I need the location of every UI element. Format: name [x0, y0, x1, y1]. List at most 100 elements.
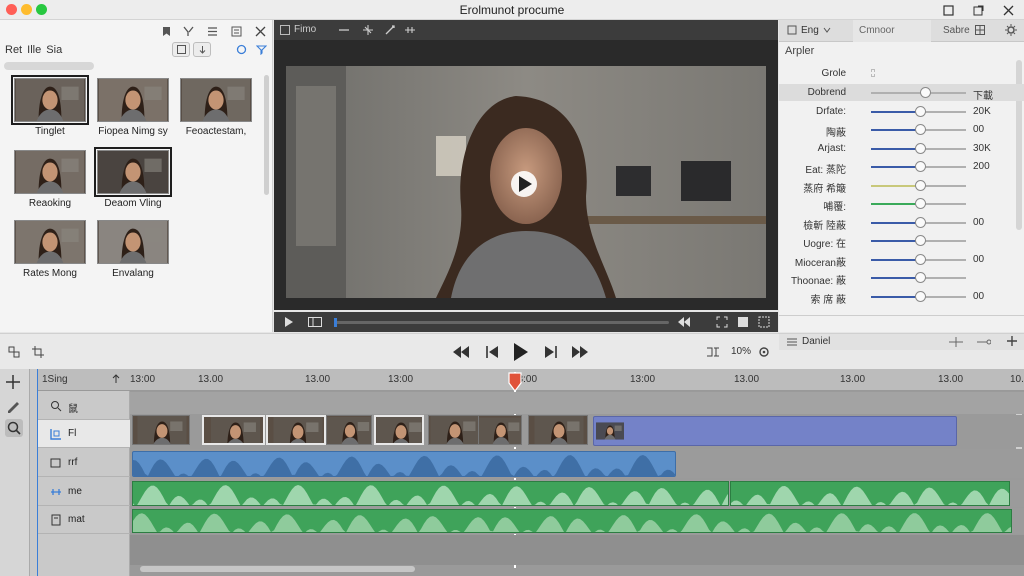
clip-thumbnail[interactable] [14, 150, 86, 194]
viewer-scrubber[interactable] [334, 318, 669, 327]
add-track-icon[interactable] [6, 375, 20, 389]
param-slider-knob[interactable] [915, 290, 927, 302]
add-keyframe-icon[interactable] [949, 337, 963, 347]
skip-back-icon[interactable] [451, 343, 471, 361]
rewind-icon[interactable] [678, 317, 690, 327]
tab-dropdown-icon[interactable] [823, 26, 831, 34]
snap-icon[interactable] [703, 343, 723, 361]
pen-icon[interactable] [384, 24, 396, 36]
timeline-ruler[interactable]: 13:00 13.00 13.00 13:00 13:00 13:00 13.00 13.00… [130, 369, 1024, 391]
video-clip[interactable] [374, 415, 424, 445]
footer-label[interactable]: Daniel [802, 336, 830, 347]
clip-thumbnail[interactable] [11, 75, 89, 125]
tool-blade-icon[interactable] [4, 343, 24, 361]
effect-lane[interactable] [130, 392, 1024, 414]
clip-thumbnail[interactable] [97, 220, 169, 264]
param-slider-knob[interactable] [915, 235, 927, 246]
zoom-level[interactable]: 10% [731, 346, 751, 357]
library-icon[interactable] [226, 22, 246, 40]
search-field[interactable] [4, 62, 94, 70]
audio-lane-1[interactable] [130, 449, 1024, 478]
param-slider-knob[interactable] [915, 198, 927, 209]
clip-thumbnail[interactable] [14, 220, 86, 264]
circle-icon[interactable] [231, 40, 251, 58]
video-lane[interactable] [130, 415, 1024, 447]
video-clip[interactable] [528, 415, 588, 445]
audio-lane-3[interactable] [130, 508, 1024, 534]
param-value[interactable]: 00 [973, 217, 984, 228]
video-clip[interactable] [132, 415, 190, 445]
video-frame[interactable] [286, 66, 766, 298]
param-slider-knob[interactable] [915, 253, 927, 265]
step-forward-icon[interactable] [541, 343, 561, 361]
track-header[interactable]: mat [38, 506, 130, 534]
fullscreen-icon[interactable] [758, 316, 770, 328]
tab-right[interactable]: Sabre [943, 25, 970, 36]
track-header[interactable]: Fl [38, 420, 130, 448]
param-handle[interactable] [871, 69, 875, 77]
viewer-mode-icon[interactable] [280, 25, 290, 35]
timeline-name[interactable]: 1Sing [42, 374, 68, 385]
track-header[interactable]: rrf [38, 449, 130, 477]
param-value[interactable]: 200 [973, 161, 990, 172]
skip-forward-icon[interactable] [570, 343, 590, 361]
grid-icon[interactable] [975, 25, 985, 35]
param-slider-knob[interactable] [915, 161, 927, 172]
param-slider-knob[interactable] [915, 105, 927, 117]
param-value[interactable]: 下載 [973, 87, 993, 102]
viewer-scrubber-handle[interactable] [334, 318, 337, 327]
tab-primary[interactable]: Εng [801, 25, 819, 36]
bookmark-icon[interactable] [156, 22, 176, 40]
footer-menu-icon[interactable] [787, 337, 797, 347]
close-icon[interactable] [1000, 2, 1016, 18]
restore-icon[interactable] [940, 2, 956, 18]
audio-clip[interactable] [132, 451, 676, 477]
tool-crop-icon[interactable] [28, 343, 48, 361]
expand-icon[interactable] [716, 316, 728, 328]
playhead-handle[interactable] [508, 372, 522, 392]
minus-icon[interactable] [338, 25, 350, 35]
pencil-icon[interactable] [6, 399, 20, 413]
clip-thumbnail[interactable] [97, 78, 169, 122]
step-back-icon[interactable] [482, 343, 502, 361]
video-clip[interactable] [326, 415, 372, 445]
effects-icon[interactable] [178, 22, 198, 40]
video-clip[interactable] [428, 415, 480, 445]
param-slider-knob[interactable] [915, 216, 927, 228]
collapse-arrow-icon[interactable] [112, 374, 120, 384]
filter-icon[interactable] [251, 40, 271, 58]
timeline-horizontal-scrollbar[interactable] [140, 566, 415, 572]
viewer-play-icon[interactable] [284, 317, 294, 327]
param-slider-knob[interactable] [915, 272, 927, 283]
track-header[interactable]: me [38, 478, 130, 506]
background-music-clip[interactable] [132, 509, 1012, 533]
transform-icon[interactable] [362, 24, 374, 36]
popout-icon[interactable] [970, 2, 986, 18]
param-value[interactable]: 20K [973, 106, 991, 117]
music-clip[interactable] [730, 481, 1010, 506]
compound-clip[interactable] [593, 416, 957, 446]
clip-thumbnail[interactable] [94, 147, 172, 197]
param-value[interactable]: 00 [973, 254, 984, 265]
param-slider-knob[interactable] [915, 179, 927, 191]
clip-thumbnail[interactable] [180, 78, 252, 122]
zoom-settings-icon[interactable] [754, 343, 774, 361]
play-button[interactable] [510, 341, 532, 363]
tab-secondary[interactable]: Cmnoor [853, 20, 931, 42]
browser-scrollbar[interactable] [264, 75, 269, 195]
param-slider-knob[interactable] [915, 142, 927, 154]
sort-button[interactable] [193, 42, 211, 57]
music-clip[interactable] [132, 481, 729, 506]
empty-lane[interactable] [130, 535, 1024, 565]
browser-tabs[interactable]: Ret Ille Sia [5, 44, 62, 56]
stop-icon[interactable] [738, 317, 748, 327]
inspector-tab-icon[interactable] [787, 25, 797, 35]
trim-icon[interactable] [404, 24, 416, 36]
settings-gear-icon[interactable] [1005, 24, 1017, 36]
param-value[interactable]: 30K [973, 143, 991, 154]
param-value[interactable]: 00 [973, 124, 984, 135]
video-clip[interactable] [202, 415, 265, 445]
param-slider-knob[interactable] [915, 124, 927, 135]
param-slider-knob[interactable] [920, 87, 932, 98]
close-browser-icon[interactable] [250, 22, 270, 40]
